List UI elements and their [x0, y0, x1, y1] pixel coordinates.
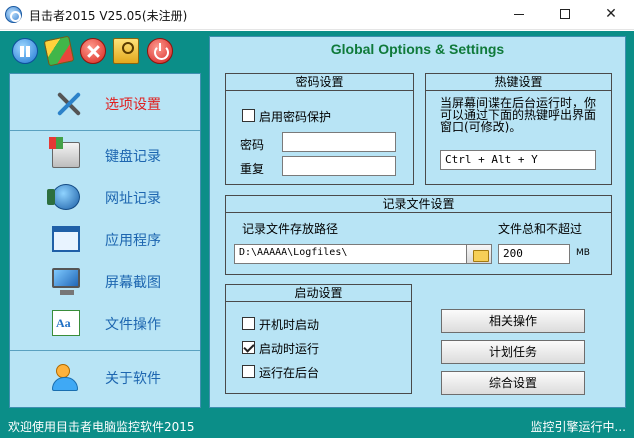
size-unit-label: MB: [576, 248, 590, 258]
general-settings-button[interactable]: 综合设置: [441, 371, 585, 395]
password-group: 密码设置 启用密码保护 密码 重复: [225, 73, 414, 185]
repeat-password-label: 重复: [240, 162, 265, 176]
sidebar-divider: [10, 350, 200, 351]
maximize-button[interactable]: [542, 0, 588, 30]
checkbox-box[interactable]: [242, 317, 255, 330]
related-actions-button[interactable]: 相关操作: [441, 309, 585, 333]
window-icon: [52, 226, 80, 252]
engine-status: 监控引擎运行中...: [530, 420, 626, 434]
sidebar-nav: 选项设置 键盘记录 网址记录 应用程序 屏幕截图 文件操作 关于软件: [9, 73, 201, 408]
checkbox-label: 运行在后台: [259, 366, 320, 380]
sidebar-item-keyboard[interactable]: 键盘记录: [10, 134, 200, 176]
sidebar-item-label: 应用程序: [105, 233, 161, 249]
sidebar-item-label: 键盘记录: [105, 149, 161, 165]
page-title: Global Options & Settings: [330, 41, 505, 57]
title-bar: 目击者2015 V25.05(未注册) ✕: [0, 0, 634, 30]
maximize-icon: [560, 9, 570, 19]
status-message: 欢迎使用目击者电脑监控软件2015: [8, 420, 195, 434]
tools-icon: [52, 90, 80, 116]
sidebar-item-label: 屏幕截图: [105, 275, 161, 291]
hotkey-description: 当屏幕间谍在后台运行时，你可以通过下面的热键呼出界面窗口(可修改)。: [440, 96, 597, 134]
startup-group-title: 启动设置: [226, 285, 411, 302]
logfile-path-field[interactable]: D:\AAAAA\Logfiles\: [234, 244, 468, 264]
password-field[interactable]: [282, 132, 396, 152]
browse-folder-button[interactable]: [466, 244, 492, 264]
settings-panel: Global Options & Settings 密码设置 启用密码保护 密码…: [209, 36, 626, 408]
status-bar: 欢迎使用目击者电脑监控软件2015 监控引擎运行中...: [0, 415, 634, 438]
sidebar-item-label: 文件操作: [105, 317, 161, 333]
sidebar-item-screenshots[interactable]: 屏幕截图: [10, 260, 200, 302]
minimize-icon: [514, 13, 524, 15]
files-icon: [52, 310, 80, 336]
window-title: 目击者2015 V25.05(未注册): [29, 9, 188, 23]
minimize-button[interactable]: [496, 0, 542, 30]
logfile-path-label: 记录文件存放路径: [242, 222, 339, 236]
checkbox-label: 启动时运行: [259, 342, 320, 356]
power-icon[interactable]: [147, 38, 173, 64]
keyboard-icon: [49, 137, 80, 168]
skin-icon[interactable]: [43, 35, 75, 67]
schedule-button[interactable]: 计划任务: [441, 340, 585, 364]
logfile-group: 记录文件设置 记录文件存放路径 文件总和不超过 D:\AAAAA\Logfile…: [225, 195, 612, 275]
globe-icon: [47, 184, 80, 210]
sidebar-item-options[interactable]: 选项设置: [10, 82, 200, 124]
checkbox-box[interactable]: [242, 365, 255, 378]
logfile-size-field[interactable]: 200: [498, 244, 570, 264]
checkbox-box[interactable]: [242, 109, 255, 122]
sidebar-item-label: 选项设置: [105, 97, 161, 113]
password-label: 密码: [240, 138, 265, 152]
sidebar-item-urls[interactable]: 网址记录: [10, 176, 200, 218]
close-window-button[interactable]: ✕: [588, 0, 634, 30]
stop-icon[interactable]: [80, 38, 106, 64]
startup-group: 启动设置 开机时启动 启动时运行 运行在后台: [225, 284, 412, 394]
hotkey-field[interactable]: Ctrl + Alt + Y: [440, 150, 596, 170]
password-group-title: 密码设置: [226, 74, 413, 91]
hotkey-group-title: 热键设置: [426, 74, 611, 91]
repeat-password-field[interactable]: [282, 156, 396, 176]
monitor-icon: [52, 268, 80, 295]
sidebar-item-label: 网址记录: [105, 191, 161, 207]
sidebar-item-files[interactable]: 文件操作: [10, 302, 200, 344]
logfile-group-title: 记录文件设置: [226, 196, 611, 213]
sidebar-item-apps[interactable]: 应用程序: [10, 218, 200, 260]
pause-icon[interactable]: [12, 38, 38, 64]
logfile-size-label: 文件总和不超过: [498, 222, 583, 236]
checkbox-box[interactable]: [242, 341, 255, 354]
users-icon: [52, 364, 80, 391]
app-logo-icon: [5, 6, 22, 23]
sidebar-item-label: 关于软件: [105, 371, 161, 387]
hotkey-group: 热键设置 当屏幕间谍在后台运行时，你可以通过下面的热键呼出界面窗口(可修改)。 …: [425, 73, 612, 185]
checkbox-label: 开机时启动: [259, 318, 320, 332]
checkbox-label: 启用密码保护: [259, 110, 332, 124]
sidebar-divider: [10, 130, 200, 131]
sidebar-item-about[interactable]: 关于软件: [10, 356, 200, 398]
app-client-area: 选项设置 键盘记录 网址记录 应用程序 屏幕截图 文件操作 关于软件: [0, 31, 634, 438]
keys-icon[interactable]: [113, 38, 139, 64]
